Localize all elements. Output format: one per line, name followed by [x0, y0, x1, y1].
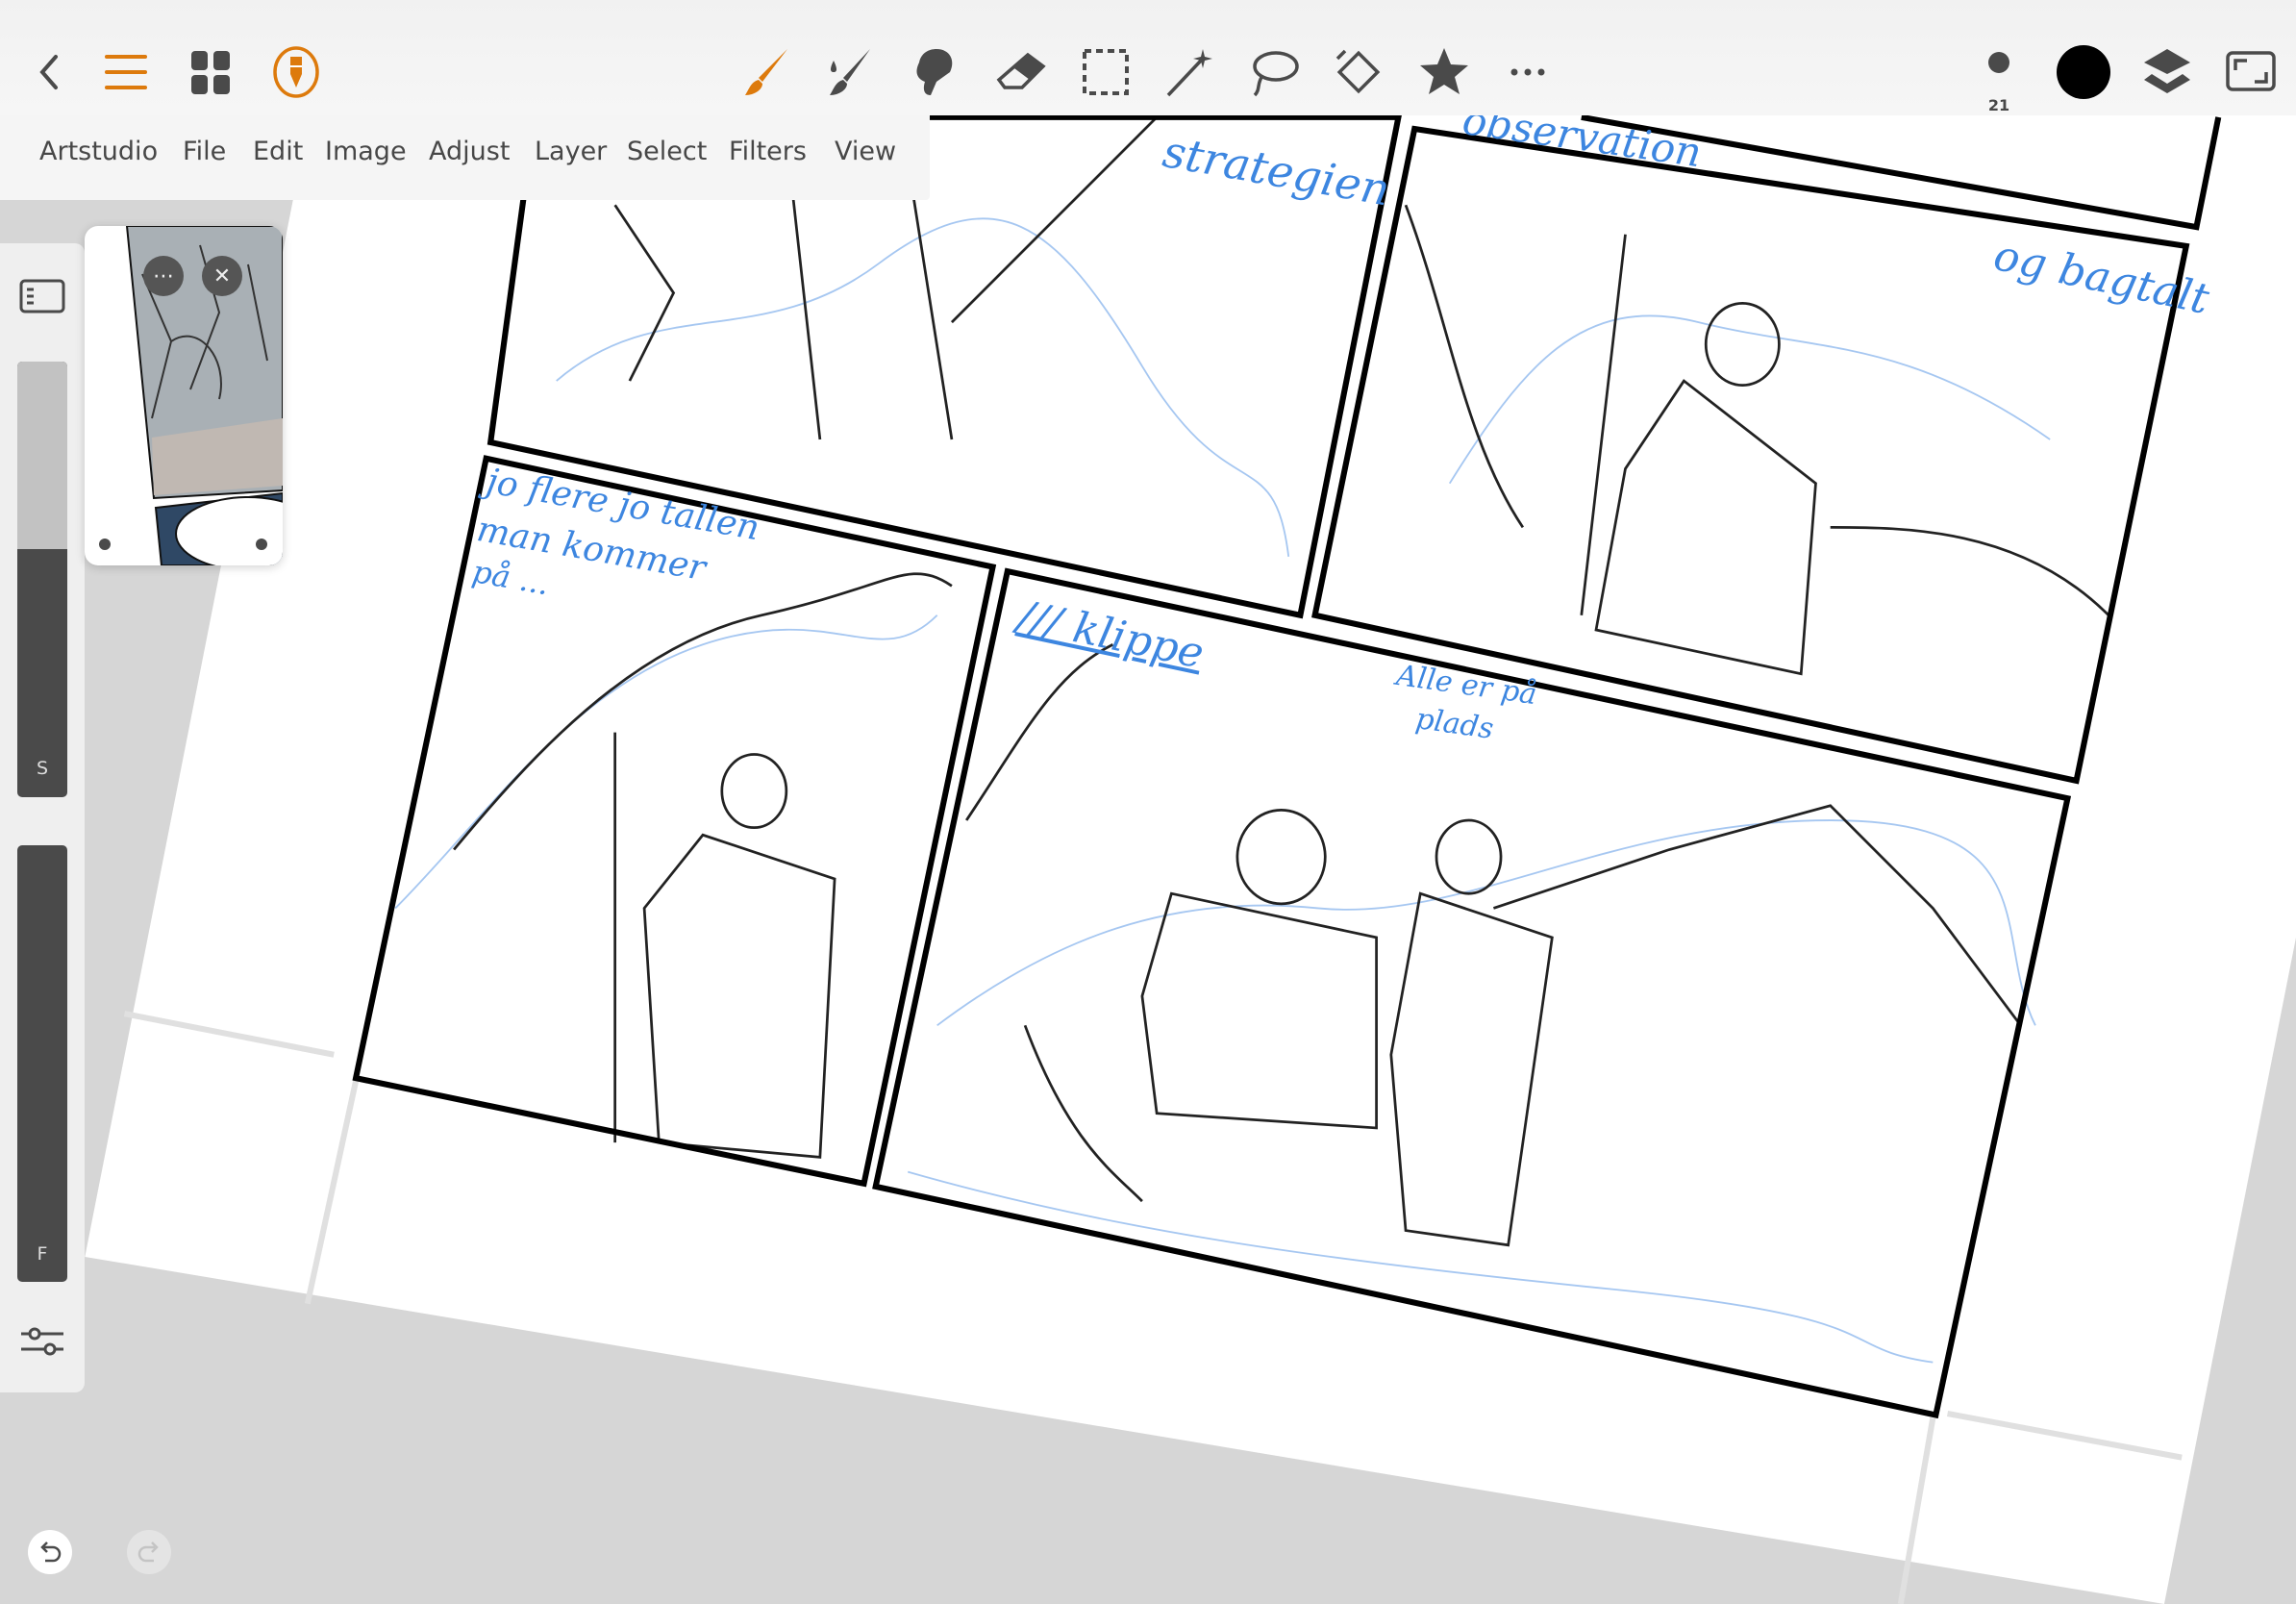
favorites-star-icon[interactable]: [1410, 38, 1478, 106]
brush-size-icon[interactable]: [1965, 29, 2033, 96]
back-icon[interactable]: [16, 38, 84, 106]
brush-size-slider[interactable]: S: [17, 362, 67, 797]
brush-size-slider-remaining: [17, 362, 67, 549]
left-sidebar: S F: [0, 243, 85, 1392]
gallery-grid-icon[interactable]: [177, 38, 244, 106]
menu-adjust[interactable]: Adjust: [429, 137, 510, 166]
brush-icon[interactable]: [733, 38, 800, 106]
brush-settings-icon[interactable]: [9, 1308, 76, 1375]
pen-tool-icon[interactable]: [262, 38, 330, 106]
blend-icon[interactable]: [901, 38, 968, 106]
more-icon: ⋯: [153, 263, 174, 288]
color-picker-button[interactable]: [2050, 38, 2117, 106]
redo-button[interactable]: [127, 1530, 171, 1574]
menu-filters[interactable]: Filters: [729, 137, 807, 166]
menu-view[interactable]: View: [835, 137, 896, 166]
rect-select-icon[interactable]: [1072, 38, 1139, 106]
lasso-icon[interactable]: [1240, 38, 1308, 106]
reference-image: [99, 226, 283, 565]
menu-image[interactable]: Image: [325, 137, 407, 166]
magic-wand-icon[interactable]: [1156, 38, 1223, 106]
transform-icon[interactable]: [1325, 38, 1392, 106]
drawing-canvas[interactable]: [0, 0, 2296, 1604]
brush-size-label: 21: [1987, 96, 2010, 114]
top-toolbar: [0, 0, 2296, 115]
reference-close-button[interactable]: ✕: [202, 256, 242, 296]
reference-panel-icon[interactable]: [9, 263, 76, 330]
close-icon: ✕: [212, 263, 232, 288]
redo-icon: [137, 1541, 159, 1563]
brush-flow-slider[interactable]: F: [17, 845, 67, 1282]
undo-icon: [40, 1541, 62, 1563]
layers-icon[interactable]: [2134, 38, 2201, 106]
eraser-icon[interactable]: [986, 38, 1054, 106]
brush-flow-slider-label: F: [37, 1243, 48, 1265]
reference-more-button[interactable]: ⋯: [143, 256, 184, 296]
menu-layer[interactable]: Layer: [535, 137, 607, 166]
brush-size-slider-label: S: [36, 758, 49, 779]
menu-select[interactable]: Select: [627, 137, 707, 166]
fullscreen-icon[interactable]: [2217, 38, 2284, 106]
menu-artstudio[interactable]: Artstudio: [39, 137, 158, 166]
menu-edit[interactable]: Edit: [253, 137, 303, 166]
menu-file[interactable]: File: [183, 137, 226, 166]
reference-image-window[interactable]: ⋯ ✕: [85, 226, 283, 565]
smudge-icon[interactable]: [815, 38, 883, 106]
undo-button[interactable]: [28, 1530, 72, 1574]
more-icon[interactable]: [1494, 38, 1561, 106]
menu-icon[interactable]: [92, 38, 160, 106]
